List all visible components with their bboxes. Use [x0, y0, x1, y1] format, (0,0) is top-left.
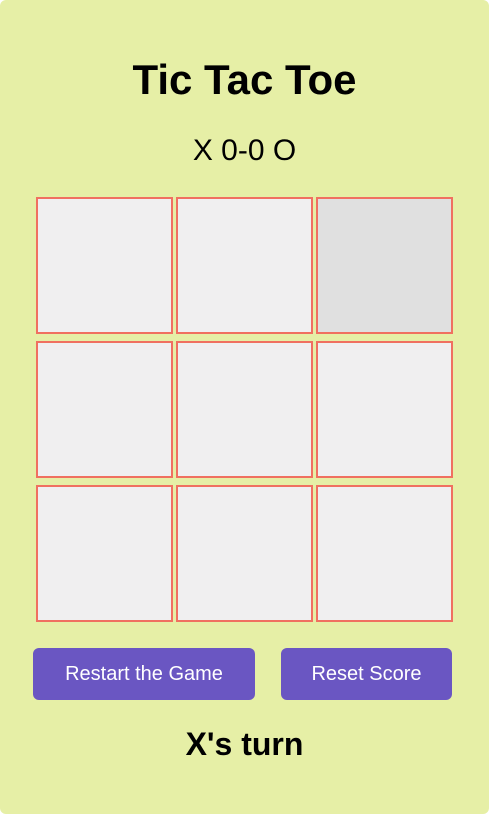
game-board [36, 197, 453, 622]
turn-status: X's turn [185, 726, 304, 762]
reset-score-button[interactable]: Reset Score [281, 648, 452, 700]
board-cell-5[interactable] [316, 341, 453, 478]
board-cell-7[interactable] [176, 485, 313, 622]
board-cell-0[interactable] [36, 197, 173, 334]
score-display: X 0-0 O [192, 134, 297, 167]
game-container: Tic Tac Toe X 0-0 O Restart the Game Res… [0, 0, 489, 814]
board-cell-2[interactable] [316, 197, 453, 334]
restart-game-button[interactable]: Restart the Game [33, 648, 255, 700]
board-cell-6[interactable] [36, 485, 173, 622]
game-title: Tic Tac Toe [132, 56, 357, 103]
board-cell-4[interactable] [176, 341, 313, 478]
board-cell-3[interactable] [36, 341, 173, 478]
board-cell-8[interactable] [316, 485, 453, 622]
board-cell-1[interactable] [176, 197, 313, 334]
